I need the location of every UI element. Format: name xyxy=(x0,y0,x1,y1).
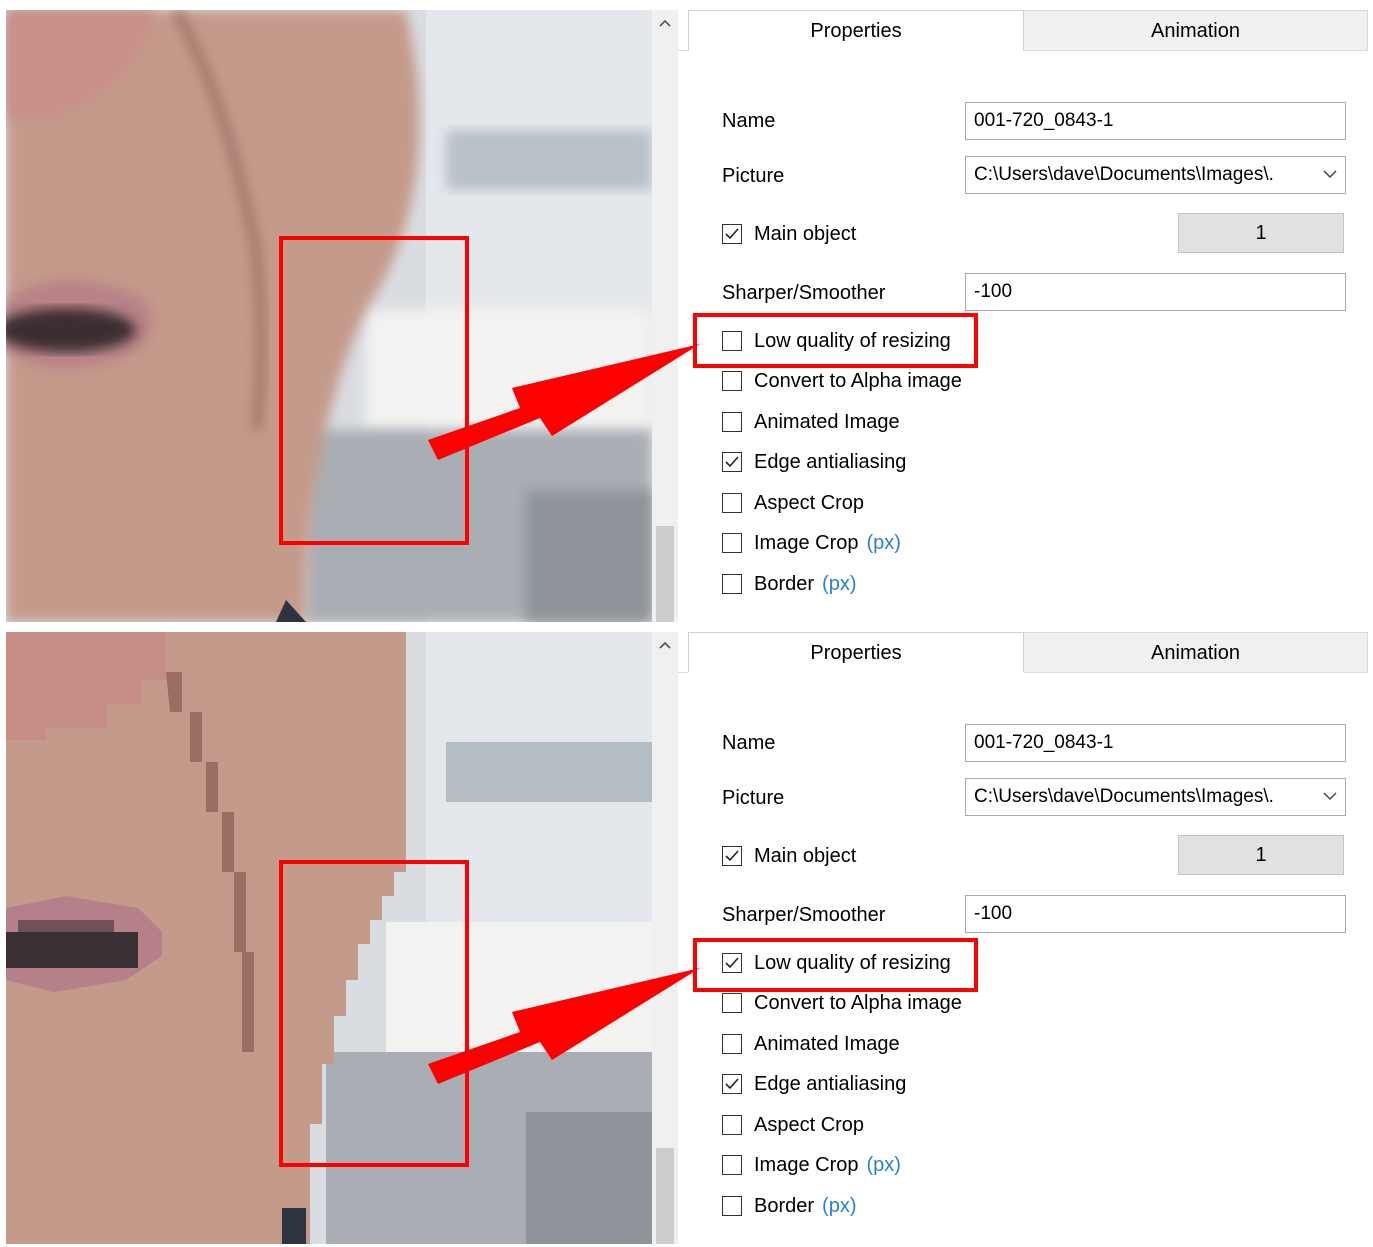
checkbox-label: Image Crop xyxy=(754,1153,859,1176)
checkbox-label: Aspect Crop xyxy=(754,491,865,514)
sharper-smoother-input[interactable]: -100 xyxy=(965,273,1346,311)
checkbox-box xyxy=(722,574,742,594)
tab-bar: Properties Animation xyxy=(678,632,1368,673)
chevron-up-icon[interactable] xyxy=(652,634,678,654)
checkbox-label: Image Crop xyxy=(754,531,859,554)
photo-highlight-box xyxy=(279,860,469,1167)
tab-bar: Properties Animation xyxy=(678,10,1368,51)
picture-label: Picture xyxy=(722,165,785,187)
checkbox-label: Convert to Alpha image xyxy=(754,991,962,1014)
checkbox-box xyxy=(722,993,742,1013)
checkbox-label: Aspect Crop xyxy=(754,1113,865,1136)
scrollbar-thumb[interactable] xyxy=(656,1148,674,1244)
name-label: Name xyxy=(722,732,776,754)
px-link[interactable]: (px) xyxy=(867,1154,901,1177)
main-object-label: Main object xyxy=(754,222,857,245)
photo-highlight-box xyxy=(279,236,469,545)
tab-animation[interactable]: Animation xyxy=(1024,10,1368,50)
main-object-number[interactable]: 1 xyxy=(1178,213,1344,253)
tab-properties[interactable]: Properties xyxy=(688,10,1024,51)
animated-image-checkbox[interactable]: Animated Image xyxy=(722,1031,900,1057)
panel-after: Properties Animation Name 001-720_0843-1… xyxy=(0,624,1373,1246)
checkbox-label: Convert to Alpha image xyxy=(754,369,962,392)
picture-select[interactable]: C:\Users\dave\Documents\Images\. xyxy=(965,156,1346,194)
chevron-up-icon[interactable] xyxy=(652,12,678,32)
checkbox-box xyxy=(722,846,742,866)
image-crop-checkbox[interactable]: Image Crop (px) xyxy=(722,1152,901,1178)
scrollbar[interactable] xyxy=(652,632,678,1244)
image-crop-checkbox[interactable]: Image Crop (px) xyxy=(722,530,901,556)
scrollbar-thumb[interactable] xyxy=(656,526,674,622)
picture-value: C:\Users\dave\Documents\Images\. xyxy=(974,164,1274,185)
checkbox-box xyxy=(722,224,742,244)
chevron-down-icon xyxy=(1323,779,1337,815)
checkbox-box xyxy=(722,1196,742,1216)
picture-select[interactable]: C:\Users\dave\Documents\Images\. xyxy=(965,778,1346,816)
checkbox-box xyxy=(722,493,742,513)
border-checkbox[interactable]: Border (px) xyxy=(722,571,856,597)
px-link[interactable]: (px) xyxy=(867,532,901,555)
checkbox-label: Animated Image xyxy=(754,410,900,433)
main-object-checkbox[interactable]: Main object xyxy=(722,221,856,247)
tab-properties[interactable]: Properties xyxy=(688,632,1024,673)
main-object-checkbox[interactable]: Main object xyxy=(722,843,856,869)
panel-before: Properties Animation Name 001-720_0843-1… xyxy=(0,0,1373,622)
checkbox-label: Edge antialiasing xyxy=(754,1072,907,1095)
checkbox-label: Border xyxy=(754,1194,815,1217)
animated-image-checkbox[interactable]: Animated Image xyxy=(722,409,900,435)
sharper-smoother-label: Sharper/Smoother xyxy=(722,904,886,926)
checkbox-box xyxy=(722,412,742,432)
convert-alpha-checkbox[interactable]: Convert to Alpha image xyxy=(722,990,962,1016)
checkbox-label: Animated Image xyxy=(754,1032,900,1055)
aspect-crop-checkbox[interactable]: Aspect Crop xyxy=(722,1112,864,1138)
option-highlight-box xyxy=(693,938,978,992)
main-object-label: Main object xyxy=(754,844,857,867)
px-link[interactable]: (px) xyxy=(822,573,856,596)
convert-alpha-checkbox[interactable]: Convert to Alpha image xyxy=(722,368,962,394)
chevron-down-icon xyxy=(1323,157,1337,193)
option-highlight-box xyxy=(693,313,978,368)
sharper-smoother-input[interactable]: -100 xyxy=(965,895,1346,933)
edge-antialiasing-checkbox[interactable]: Edge antialiasing xyxy=(722,1071,906,1097)
checkbox-label: Edge antialiasing xyxy=(754,450,907,473)
scrollbar[interactable] xyxy=(652,10,678,622)
checkbox-box xyxy=(722,1115,742,1135)
px-link[interactable]: (px) xyxy=(822,1195,856,1218)
sharper-smoother-label: Sharper/Smoother xyxy=(722,282,886,304)
name-label: Name xyxy=(722,110,776,132)
checkbox-box xyxy=(722,533,742,553)
picture-label: Picture xyxy=(722,787,785,809)
name-input[interactable]: 001-720_0843-1 xyxy=(965,724,1346,762)
checkbox-box xyxy=(722,452,742,472)
name-input[interactable]: 001-720_0843-1 xyxy=(965,102,1346,140)
tab-animation[interactable]: Animation xyxy=(1024,632,1368,672)
checkbox-box xyxy=(722,1155,742,1175)
checkbox-box xyxy=(722,1034,742,1054)
border-checkbox[interactable]: Border (px) xyxy=(722,1193,856,1219)
checkbox-box xyxy=(722,371,742,391)
picture-value: C:\Users\dave\Documents\Images\. xyxy=(974,786,1274,807)
main-object-number[interactable]: 1 xyxy=(1178,835,1344,875)
edge-antialiasing-checkbox[interactable]: Edge antialiasing xyxy=(722,449,906,475)
checkbox-box xyxy=(722,1074,742,1094)
aspect-crop-checkbox[interactable]: Aspect Crop xyxy=(722,490,864,516)
checkbox-label: Border xyxy=(754,572,815,595)
